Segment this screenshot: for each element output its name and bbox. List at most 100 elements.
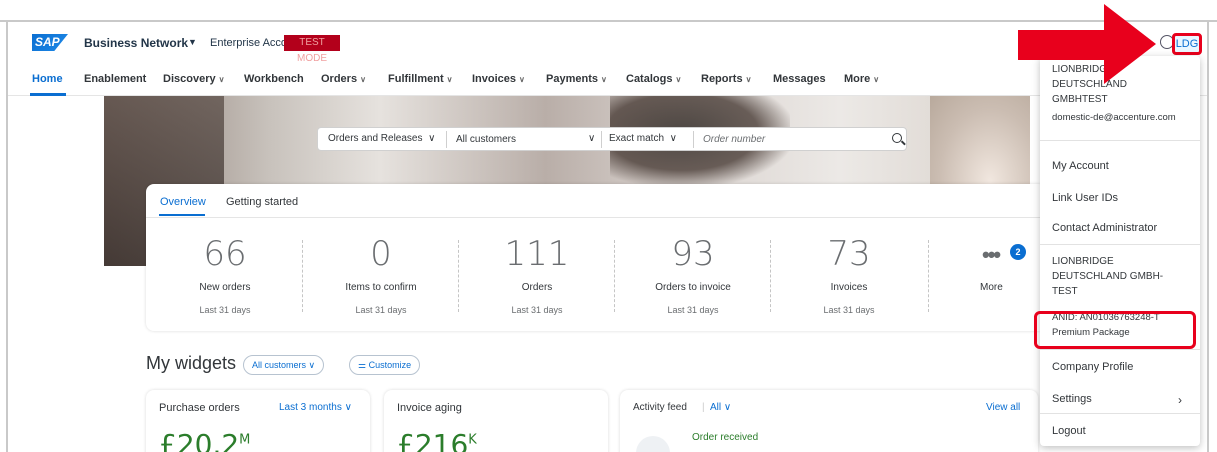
menu-logout[interactable]: Logout xyxy=(1052,425,1086,437)
tile-new-orders[interactable]: 66 New orders Last 31 days xyxy=(150,234,300,315)
purchase-orders-widget: Purchase orders Last 3 months ∨ £20.2M xyxy=(146,390,370,452)
nav-reports[interactable]: Reports ∨ xyxy=(701,73,751,85)
menu-link-user-ids[interactable]: Link User IDs xyxy=(1052,192,1118,204)
nav-orders[interactable]: Orders ∨ xyxy=(321,73,366,85)
chevron-down-icon: ∨ xyxy=(873,75,880,84)
nav-invoices[interactable]: Invoices ∨ xyxy=(472,73,525,85)
divider xyxy=(601,131,602,148)
tile-value: 0 xyxy=(370,234,392,274)
tile-orders[interactable]: 111 Orders Last 31 days xyxy=(462,234,612,315)
value-unit: K xyxy=(468,432,477,448)
customer-select[interactable]: All customers xyxy=(456,134,516,145)
chevron-down-icon: ∨ xyxy=(600,75,607,84)
range-label: Last 3 months xyxy=(279,402,342,413)
divider xyxy=(693,131,694,148)
nav-payments[interactable]: Payments ∨ xyxy=(546,73,607,85)
nav-catalogs-label: Catalogs xyxy=(626,73,673,85)
nav-payments-label: Payments xyxy=(546,73,598,85)
tile-period: Last 31 days xyxy=(355,305,407,315)
nav-reports-label: Reports xyxy=(701,73,743,85)
divider xyxy=(614,240,615,312)
nav-workbench[interactable]: Workbench xyxy=(244,73,304,85)
sliders-icon: ⚌ xyxy=(358,360,367,370)
tile-value: 73 xyxy=(827,234,871,274)
red-arrow-annotation xyxy=(1018,4,1156,84)
tile-invoices[interactable]: 73 Invoices Last 31 days xyxy=(774,234,924,315)
tile-orders-to-invoice[interactable]: 93 Orders to invoice Last 31 days xyxy=(618,234,768,315)
activity-item-title[interactable]: Order received xyxy=(692,432,758,443)
tile-items-to-confirm[interactable]: 0 Items to confirm Last 31 days xyxy=(306,234,456,315)
menu-company-line: DEUTSCHLAND GMBH- xyxy=(1052,271,1164,282)
tile-period: Last 31 days xyxy=(823,305,875,315)
nav-home[interactable]: Home xyxy=(32,73,63,85)
sap-logo[interactable]: SAP xyxy=(32,34,68,51)
purchase-orders-range-select[interactable]: Last 3 months ∨ xyxy=(279,402,352,413)
more-count-badge: 2 xyxy=(1010,244,1026,260)
divider xyxy=(146,217,1046,218)
chevron-down-icon[interactable]: ∨ xyxy=(588,133,595,144)
document-type-select[interactable]: Orders and Releases ∨ xyxy=(328,133,435,144)
tile-period: Last 31 days xyxy=(199,305,251,315)
chevron-down-icon: ∨ xyxy=(446,75,453,84)
nav-enablement[interactable]: Enablement xyxy=(84,73,146,85)
overview-card: Overview Getting started 66 New orders L… xyxy=(146,184,1046,331)
divider xyxy=(1040,349,1200,350)
activity-feed-widget: Activity feed | All ∨ View all Order rec… xyxy=(620,390,1038,452)
divider xyxy=(458,240,459,312)
divider: | xyxy=(702,402,705,413)
view-all-link[interactable]: View all xyxy=(986,402,1020,413)
order-number-input[interactable]: Order number xyxy=(703,134,765,145)
chevron-down-icon: ∨ xyxy=(308,360,316,370)
menu-settings[interactable]: Settings xyxy=(1052,393,1092,405)
nav-more[interactable]: More ∨ xyxy=(844,73,879,85)
widget-title: Activity feed xyxy=(633,402,687,413)
menu-my-account[interactable]: My Account xyxy=(1052,160,1109,172)
divider xyxy=(302,240,303,312)
menu-company-line: TEST xyxy=(1052,286,1078,297)
tab-getting-started[interactable]: Getting started xyxy=(226,196,298,208)
chevron-down-icon: ∨ xyxy=(669,133,677,144)
window-border-right xyxy=(1207,20,1209,452)
divider xyxy=(446,131,447,148)
tile-label: Invoices xyxy=(830,282,868,293)
purchase-orders-value: £20.2M xyxy=(159,428,250,452)
widgets-title: My widgets xyxy=(146,353,237,373)
divider xyxy=(1040,244,1200,245)
menu-company-profile[interactable]: Company Profile xyxy=(1052,361,1133,373)
chevron-down-icon: ∨ xyxy=(344,402,352,413)
anid-highlight-annotation xyxy=(1034,311,1196,349)
nav-more-label: More xyxy=(844,73,871,85)
chevron-down-icon: ∨ xyxy=(519,75,525,84)
tile-label: New orders xyxy=(199,282,251,293)
chevron-down-icon: ∨ xyxy=(675,75,682,84)
widgets-customer-filter[interactable]: All customers ∨ xyxy=(243,355,325,375)
test-mode-badge: TEST MODE xyxy=(284,35,340,64)
match-select[interactable]: Exact match ∨ xyxy=(609,133,677,144)
caret-down-icon[interactable]: ▼ xyxy=(188,37,197,47)
tile-label: Items to confirm xyxy=(345,282,417,293)
product-switcher[interactable]: Business Network xyxy=(84,36,188,50)
nav-catalogs[interactable]: Catalogs ∨ xyxy=(626,73,681,85)
more-tiles-button[interactable]: ••• xyxy=(982,242,1001,268)
nav-fulfillment[interactable]: Fulfillment ∨ xyxy=(388,73,452,85)
match-value: Exact match xyxy=(609,133,665,144)
chevron-down-icon: ∨ xyxy=(745,75,752,84)
menu-contact-administrator[interactable]: Contact Administrator xyxy=(1052,222,1157,234)
nav-messages[interactable]: Messages xyxy=(773,73,826,85)
activity-avatar xyxy=(636,436,670,452)
chevron-down-icon: ∨ xyxy=(360,75,366,84)
tab-overview[interactable]: Overview xyxy=(160,196,206,208)
chevron-down-icon: ∨ xyxy=(218,75,225,84)
user-avatar-button[interactable]: LDG xyxy=(1172,33,1202,55)
search-icon[interactable] xyxy=(892,133,902,143)
tile-period: Last 31 days xyxy=(667,305,719,315)
customize-button[interactable]: ⚌ Customize xyxy=(349,355,421,375)
activity-filter-select[interactable]: All ∨ xyxy=(710,402,731,413)
widget-title: Purchase orders xyxy=(159,402,240,414)
document-type-value: Orders and Releases xyxy=(328,133,423,144)
divider xyxy=(770,240,771,312)
tile-label: Orders xyxy=(521,282,553,293)
customer-value: All customers xyxy=(456,134,517,145)
menu-company-line: LIONBRIDGE xyxy=(1052,256,1114,267)
nav-discovery[interactable]: Discovery ∨ xyxy=(163,73,224,85)
